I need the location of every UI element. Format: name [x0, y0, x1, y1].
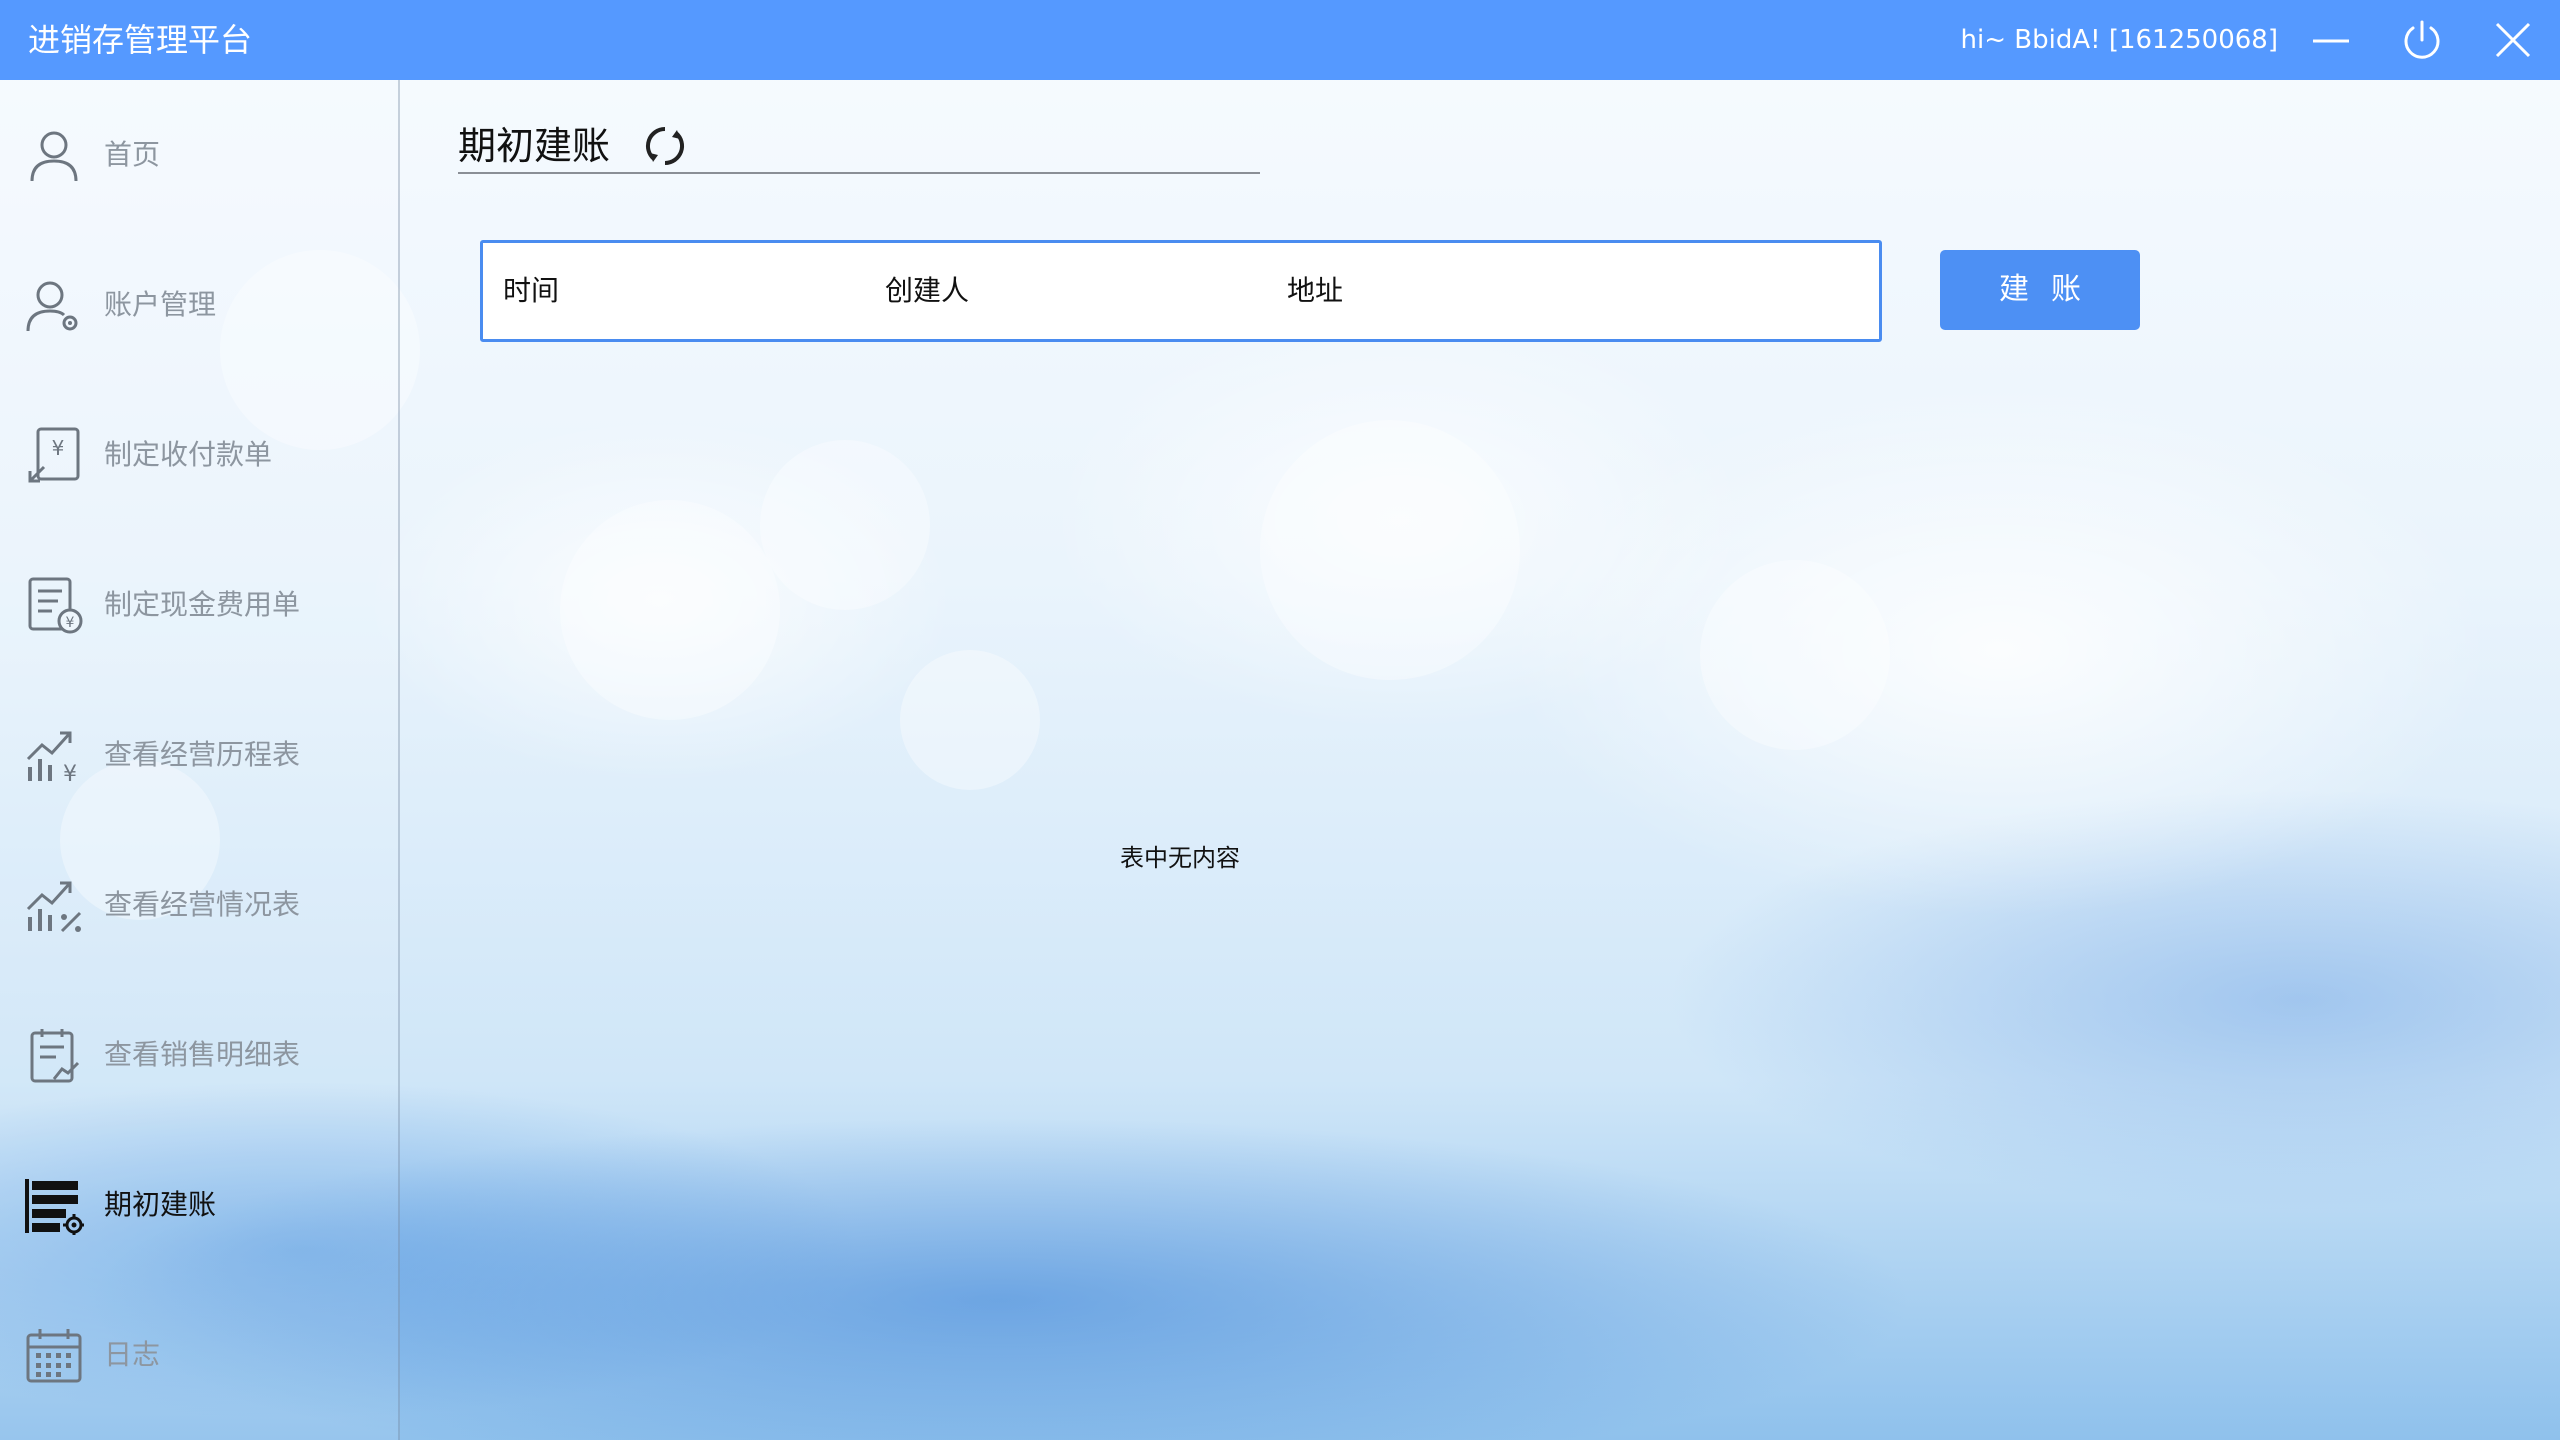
sidebar-item-cash-bill[interactable]: ¥ 制定现金费用单 — [0, 530, 398, 680]
cash-bill-icon: ¥ — [24, 575, 84, 635]
calendar-icon — [24, 1325, 84, 1385]
close-button[interactable] — [2487, 14, 2539, 66]
user-settings-icon — [24, 275, 84, 335]
column-header-time[interactable]: 时间 — [503, 243, 559, 339]
chart-percent-icon — [24, 875, 84, 935]
table-header: 时间 创建人 地址 — [480, 240, 1882, 342]
payment-icon: ¥ — [24, 425, 84, 485]
clipboard-chart-icon — [24, 1025, 84, 1085]
sidebar-item-account[interactable]: 账户管理 — [0, 230, 398, 380]
sidebar-item-label: 账户管理 — [104, 288, 217, 321]
app-title: 进销存管理平台 — [28, 21, 253, 59]
sidebar: 首页 账户管理 ¥ 制定收付款单 ¥ 制定现金费用单 ¥ 查看经营历程表 查看经… — [0, 80, 400, 1440]
sidebar-item-business-history[interactable]: ¥ 查看经营历程表 — [0, 680, 398, 830]
sidebar-item-sales-detail[interactable]: 查看销售明细表 — [0, 980, 398, 1130]
page-title: 期初建账 — [458, 124, 611, 168]
sidebar-item-opening-account[interactable]: 期初建账 — [0, 1130, 398, 1280]
column-header-address[interactable]: 地址 — [1287, 243, 1343, 339]
refresh-button[interactable] — [644, 125, 686, 167]
sidebar-item-home[interactable]: 首页 — [0, 80, 398, 230]
sidebar-item-log[interactable]: 日志 — [0, 1280, 398, 1430]
minimize-icon — [2313, 39, 2349, 43]
sidebar-item-label: 查看销售明细表 — [104, 1038, 301, 1071]
close-icon — [2495, 22, 2531, 58]
power-icon — [2404, 20, 2440, 59]
svg-text:¥: ¥ — [66, 615, 75, 631]
power-button[interactable] — [2396, 14, 2448, 66]
sidebar-item-label: 制定现金费用单 — [104, 588, 301, 621]
refresh-icon — [645, 126, 685, 166]
sidebar-item-label: 期初建账 — [104, 1188, 217, 1221]
list-settings-icon — [24, 1175, 84, 1235]
create-account-button[interactable]: 建账 — [1940, 250, 2140, 330]
sidebar-item-label: 查看经营情况表 — [104, 888, 301, 921]
user-icon — [24, 125, 84, 185]
column-header-creator[interactable]: 创建人 — [885, 243, 969, 339]
sidebar-item-label: 制定收付款单 — [104, 438, 273, 471]
sidebar-item-business-status[interactable]: 查看经营情况表 — [0, 830, 398, 980]
svg-text:¥: ¥ — [52, 436, 65, 460]
sidebar-item-label: 日志 — [104, 1338, 161, 1371]
chart-yen-icon: ¥ — [24, 725, 84, 787]
sidebar-item-label: 首页 — [104, 138, 161, 171]
title-bar: 进销存管理平台 hi~ BbidA! [161250068] — [0, 0, 2560, 80]
sidebar-item-payment[interactable]: ¥ 制定收付款单 — [0, 380, 398, 530]
page-title-bar: 期初建账 — [458, 120, 1260, 174]
table-empty-message: 表中无内容 — [1120, 844, 1240, 872]
user-label: hi~ BbidA! [161250068] — [1960, 25, 2278, 55]
svg-text:¥: ¥ — [63, 762, 77, 785]
sidebar-item-label: 查看经营历程表 — [104, 738, 301, 771]
minimize-button[interactable] — [2305, 14, 2357, 66]
